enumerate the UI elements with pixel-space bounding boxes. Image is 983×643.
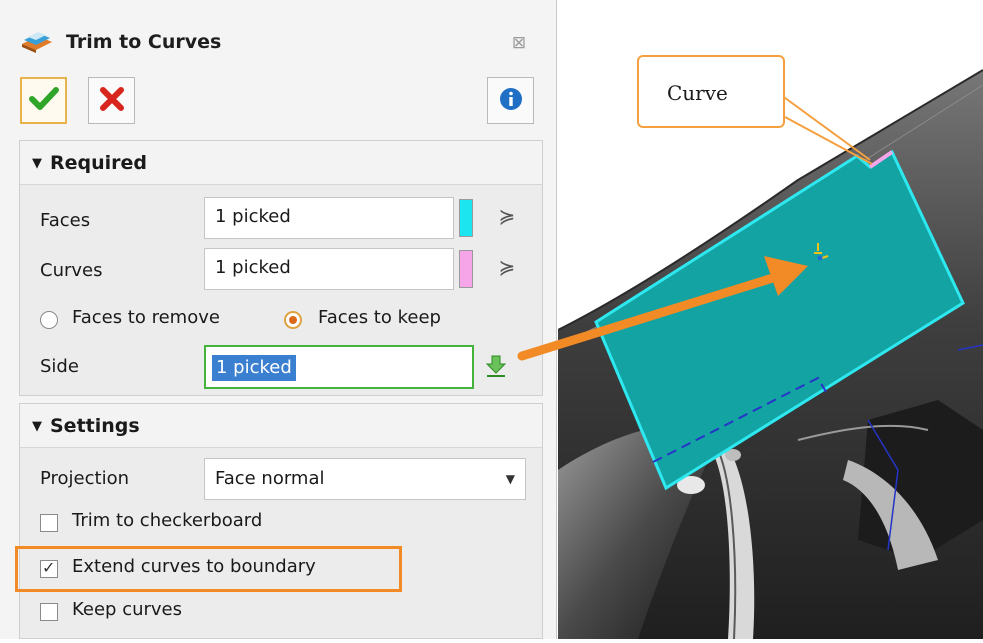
required-header-label: Required [50,152,148,174]
projection-dropdown[interactable]: Face normal ▼ [204,458,526,500]
faces-label: Faces [40,210,91,231]
projection-label: Projection [40,468,130,489]
settings-header[interactable]: ▼ Settings [20,404,542,448]
info-button[interactable] [487,77,534,124]
keep-curves-label[interactable]: Keep curves [72,599,182,620]
trim-to-curves-dialog: Trim to Curves ⊠ ▼ Required Faces 1 pick… [0,0,557,639]
dialog-titlebar: Trim to Curves ⊠ [0,0,557,62]
dropdown-caret-icon: ▼ [505,472,515,486]
collapse-arrow-icon: ▼ [32,419,42,434]
close-icon[interactable]: ⊠ [508,33,530,53]
collapse-arrow-icon: ▼ [32,156,42,171]
check-icon [28,86,59,116]
side-label: Side [40,356,79,377]
faces-to-remove-radio[interactable] [40,311,58,329]
faces-to-keep-radio[interactable] [284,311,302,329]
curve-callout: Curve [637,55,785,128]
chevron-down-icon[interactable]: ≽ [495,204,519,228]
x-icon [98,85,126,117]
projection-value: Face normal [215,468,325,489]
trim-checkerboard-checkbox[interactable] [40,514,58,532]
faces-to-remove-label[interactable]: Faces to remove [72,307,220,328]
side-field-selected-text: 1 picked [212,355,296,381]
settings-header-label: Settings [50,415,140,437]
trim-icon [20,30,54,54]
pick-down-icon[interactable] [485,354,507,382]
chevron-down-icon[interactable]: ≽ [495,255,519,279]
side-field[interactable]: 1 picked [204,345,474,389]
cancel-button[interactable] [88,77,135,124]
faces-field[interactable]: 1 picked [204,197,454,239]
dialog-title: Trim to Curves [66,31,222,53]
faces-color-swatch[interactable] [459,199,473,237]
required-header[interactable]: ▼ Required [20,141,542,185]
keep-curves-checkbox[interactable] [40,603,58,621]
info-icon [499,87,523,115]
trim-checkerboard-label[interactable]: Trim to checkerboard [72,510,262,531]
curves-label: Curves [40,260,103,281]
curves-field[interactable]: 1 picked [204,248,454,290]
ok-button[interactable] [20,77,67,124]
highlight-box [15,546,402,592]
faces-to-keep-label[interactable]: Faces to keep [318,307,441,328]
curves-color-swatch[interactable] [459,250,473,288]
